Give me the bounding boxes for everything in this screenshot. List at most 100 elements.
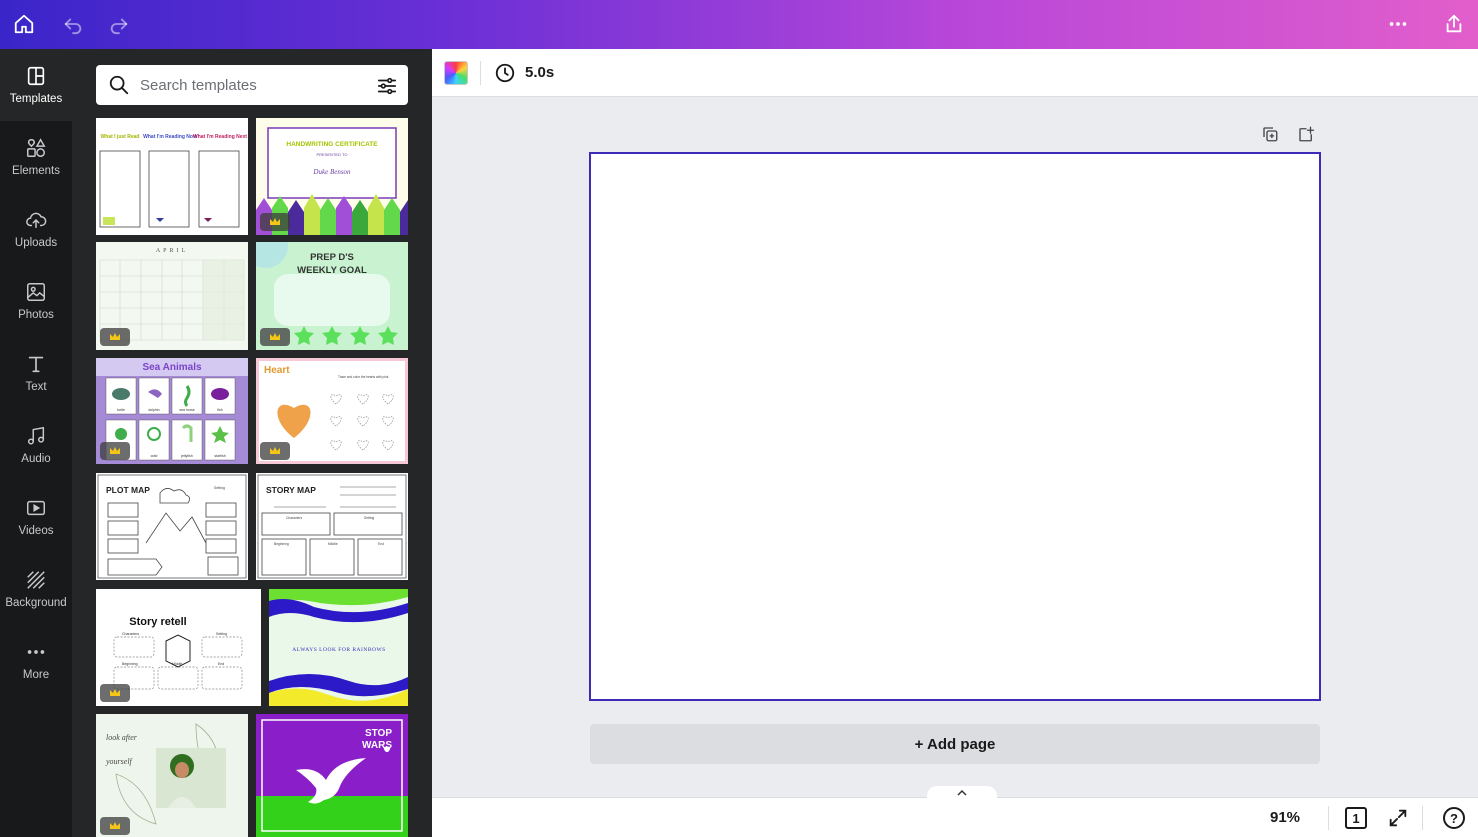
page-count-button[interactable]: 1: [1345, 807, 1367, 829]
template-thumbnail[interactable]: STOP WARS: [256, 714, 408, 837]
sidebar-item-label: Photos: [18, 309, 54, 321]
search-icon: [109, 75, 129, 95]
template-thumbnail[interactable]: Story retell Characters Setting Beginnin…: [96, 589, 261, 706]
template-text: PREP D'S: [310, 252, 354, 263]
page-count: 1: [1352, 810, 1360, 826]
template-thumbnail[interactable]: Sea Animals turtle dolphin sea horse fis…: [96, 358, 248, 464]
template-text: Heart: [264, 365, 290, 376]
template-text: crab: [151, 454, 158, 458]
premium-badge: [100, 684, 130, 702]
template-thumbnail[interactable]: look after yourself: [96, 714, 248, 837]
crown-icon: [110, 447, 120, 454]
divider: [480, 61, 481, 85]
template-text: HANDWRITING CERTIFICATE: [286, 141, 378, 148]
fullscreen-icon[interactable]: [1387, 807, 1409, 829]
template-text: What I just Read: [101, 134, 140, 140]
sidebar-item-audio[interactable]: Audio: [0, 409, 72, 481]
sidebar-item-elements[interactable]: Elements: [0, 121, 72, 193]
template-text: ALWAYS LOOK FOR RAINBOWS: [292, 647, 385, 653]
template-text: Beginning: [274, 542, 289, 546]
sidebar-item-label: Templates: [9, 93, 63, 105]
template-text: Trace and color the hearts with pink.: [338, 375, 389, 379]
template-text: PRESENTED TO: [317, 152, 348, 157]
sidebar-item-label: Background: [5, 597, 67, 609]
template-text: dolphin: [148, 408, 159, 412]
help-button[interactable]: ?: [1443, 807, 1465, 829]
share-button[interactable]: [1437, 8, 1471, 40]
sidebar-item-videos[interactable]: Videos: [0, 481, 72, 553]
music-note-icon: [24, 424, 48, 448]
share-icon: [1446, 14, 1462, 33]
template-thumbnail[interactable]: PLOT MAP Setting: [96, 473, 248, 580]
template-text: Characters: [286, 516, 302, 520]
premium-badge: [100, 328, 130, 346]
sidebar-item-label: Audio: [21, 453, 51, 465]
sidebar-item-label: Text: [25, 381, 47, 393]
top-bar: [0, 0, 1478, 49]
design-page[interactable]: [589, 152, 1321, 701]
template-thumbnail[interactable]: APRIL: [96, 242, 248, 350]
home-icon: [14, 14, 34, 34]
template-text: look after: [106, 733, 138, 742]
template-text: jellyfish: [180, 454, 193, 458]
duplicate-page-icon[interactable]: [1261, 125, 1279, 143]
help-icon: ?: [1450, 810, 1458, 826]
template-text: Setting: [214, 486, 225, 490]
crown-icon: [110, 689, 120, 696]
clock-icon[interactable]: [494, 62, 516, 84]
sidebar-item-label: Videos: [18, 525, 54, 537]
template-text: APRIL: [156, 248, 188, 254]
template-thumbnail[interactable]: STORY MAP Characters Setting Beginning M…: [256, 473, 408, 580]
template-thumbnail[interactable]: Heart Trace and color the hearts with pi…: [256, 358, 408, 464]
template-text: Beginning: [122, 662, 138, 666]
add-page-icon[interactable]: [1297, 125, 1315, 143]
show-pages-button[interactable]: [927, 786, 997, 798]
template-thumbnail[interactable]: What I just Read What I'm Reading Now Wh…: [96, 118, 248, 235]
template-thumbnail[interactable]: PREP D'S WEEKLY GOAL: [256, 242, 408, 350]
more-horizontal-icon: [1389, 22, 1407, 26]
template-text: STOP: [365, 728, 392, 739]
sidebar-item-text[interactable]: Text: [0, 337, 72, 409]
crown-icon: [270, 333, 280, 340]
side-rail: Templates Elements Uploads Photos Text A…: [0, 49, 72, 837]
elements-icon: [24, 136, 48, 160]
add-page-button[interactable]: + Add page: [590, 724, 1320, 764]
divider: [1422, 806, 1423, 830]
color-picker-button[interactable]: [444, 61, 468, 85]
sidebar-item-background[interactable]: Background: [0, 553, 72, 625]
zoom-level[interactable]: 91%: [1270, 809, 1300, 826]
sidebar-item-photos[interactable]: Photos: [0, 265, 72, 337]
search-input[interactable]: [140, 73, 360, 97]
bottom-bar: 91% 1 ?: [432, 786, 1478, 837]
template-text: starfish: [214, 454, 225, 458]
home-button[interactable]: [7, 8, 41, 40]
template-text: End: [378, 542, 384, 546]
sidebar-item-label: Elements: [12, 165, 60, 177]
duration-value[interactable]: 5.0s: [525, 64, 554, 81]
text-icon: [24, 352, 48, 376]
template-text: Setting: [364, 516, 374, 520]
crown-icon: [110, 333, 120, 340]
editor-toolbar: 5.0s: [432, 49, 1478, 97]
sidebar-item-templates[interactable]: Templates: [0, 49, 72, 121]
sidebar-item-uploads[interactable]: Uploads: [0, 193, 72, 265]
template-thumbnail[interactable]: ALWAYS LOOK FOR RAINBOWS: [269, 589, 408, 706]
divider: [1328, 806, 1329, 830]
template-text: Characters: [122, 632, 139, 636]
more-options-button[interactable]: [1381, 8, 1415, 40]
template-text: What I'm Reading Now: [143, 134, 197, 140]
template-text: Story retell: [129, 616, 186, 628]
undo-button[interactable]: [56, 8, 90, 40]
sidebar-item-label: Uploads: [14, 237, 58, 249]
redo-icon: [110, 18, 128, 35]
template-thumbnail[interactable]: HANDWRITING CERTIFICATE PRESENTED TO Duk…: [256, 118, 408, 235]
photo-icon: [24, 280, 48, 304]
premium-badge: [100, 442, 130, 460]
filter-icon[interactable]: [376, 75, 398, 97]
sidebar-item-more[interactable]: More: [0, 625, 72, 697]
redo-button[interactable]: [102, 8, 136, 40]
chevron-up-icon: [957, 789, 967, 796]
template-text: fish: [217, 408, 223, 412]
premium-badge: [100, 817, 130, 835]
undo-icon: [64, 18, 82, 35]
